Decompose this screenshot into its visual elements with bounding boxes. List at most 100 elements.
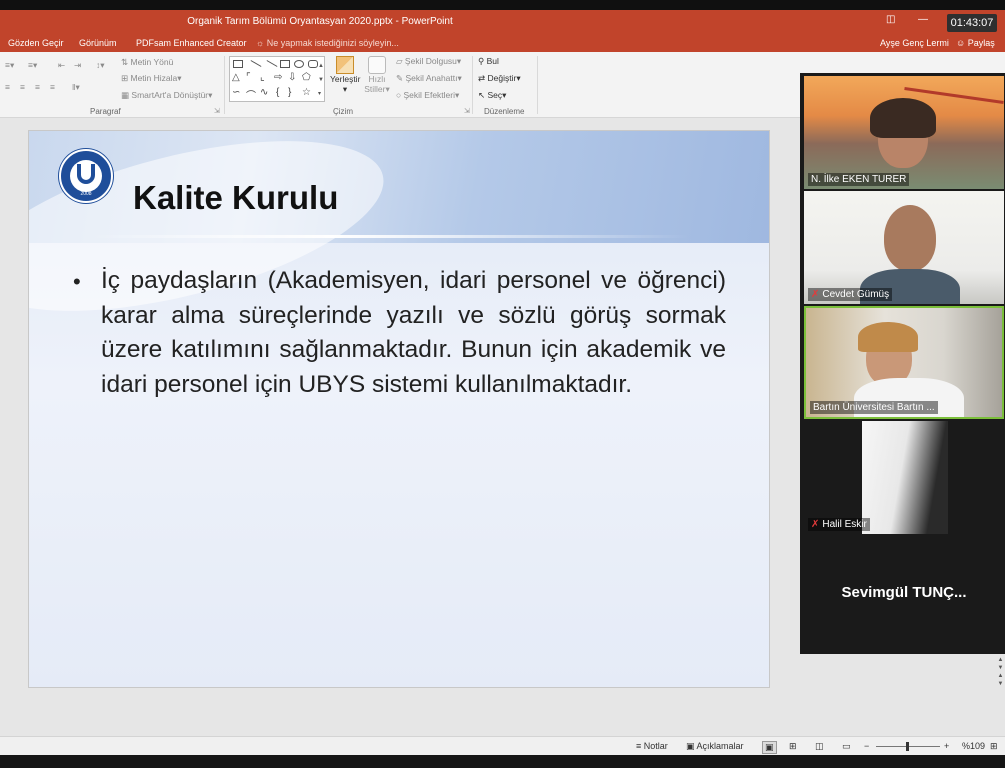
rectangle-shape-icon[interactable] (280, 60, 290, 68)
quick-styles-label-2: Stiller (364, 84, 386, 94)
arc-shape-icon[interactable]: ⌒ (246, 87, 256, 102)
bullet-icon: • (73, 269, 81, 294)
arrange-button[interactable]: Yerleştir ▾ (330, 56, 360, 95)
tab-pdfsam[interactable]: PDFsam Enhanced Creator (136, 38, 247, 48)
shape-effects-button[interactable]: ○ Şekil Efektleri▾ (396, 90, 459, 101)
notes-button[interactable]: ≡ Notlar (636, 741, 668, 751)
zoom-in-icon[interactable]: + (944, 741, 949, 751)
zoom-level[interactable]: %109 (962, 741, 985, 751)
slide-canvas[interactable]: 2008 Kalite Kurulu • İç paydaşların (Aka… (28, 130, 770, 688)
convert-to-smartart-button[interactable]: ▦ SmartArt'a Dönüştür▾ (121, 90, 212, 101)
align-center-icon[interactable]: ≡ (20, 82, 25, 92)
brace-left-shape-icon[interactable]: { (276, 87, 279, 98)
document-title: Organik Tarım Bölümü Oryantasyan 2020.pp… (187, 16, 453, 27)
screen-top-strip (0, 0, 1005, 10)
participant-name: Bartın Üniversitesi Bartın ... (810, 401, 938, 414)
shape-fill-label: Şekil Dolgusu (404, 56, 457, 66)
oval-shape-icon[interactable] (294, 60, 304, 68)
connector-shape-icon[interactable]: ⌜ (246, 72, 251, 83)
participant-hair (858, 322, 918, 352)
shape-effects-label: Şekil Efektleri (403, 90, 456, 100)
columns-icon[interactable]: ‖▾ (72, 82, 80, 93)
effects-icon: ○ (396, 90, 402, 100)
participant-tile-no-video[interactable]: Sevimgül TUNÇ... (804, 536, 1004, 649)
meeting-video-panel: N. İlke EKEN TURER ✗ Cevdet Gümüş Bartın … (800, 73, 1005, 654)
quick-styles-label-1: Hızlı (368, 74, 386, 84)
shape-outline-button[interactable]: ✎ Şekil Anahattı▾ (396, 73, 462, 84)
editing-group-label: Düzenleme (484, 107, 525, 116)
tab-view[interactable]: Görünüm (79, 38, 117, 48)
line-shape-icon[interactable] (250, 60, 262, 67)
triangle-shape-icon[interactable]: △ (232, 72, 240, 83)
replace-button[interactable]: ⇄ Değiştir▾ (478, 73, 521, 84)
signed-in-user[interactable]: Ayşe Genç Lermi (880, 38, 949, 48)
gallery-scroll-icon[interactable]: ▲ ▼ ▾ (318, 59, 324, 101)
line-spacing-icon[interactable]: ↕▾ (96, 60, 105, 71)
tell-me-placeholder: Ne yapmak istediğinizi söyleyin... (266, 38, 399, 48)
tell-me-search[interactable]: ☼ Ne yapmak istediğinizi söyleyin... (256, 38, 399, 48)
down-arrow-shape-icon[interactable]: ⇩ (288, 72, 296, 83)
align-right-icon[interactable]: ≡ (35, 82, 40, 92)
share-label: Paylaş (967, 38, 995, 48)
share-button[interactable]: ☺ Paylaş (956, 38, 995, 48)
select-button[interactable]: ↖ Seç▾ (478, 90, 506, 101)
participant-tile[interactable]: ✗ Halil Eskir (804, 421, 1004, 534)
paragraph-group-label: Paragraf (90, 107, 121, 116)
screen-bottom-strip (0, 755, 1005, 768)
arrow-line-shape-icon[interactable] (266, 60, 278, 67)
title-bar: Organik Tarım Bölümü Oryantasyan 2020.pp… (0, 10, 1005, 34)
align-text-button[interactable]: ⊞ Metin Hizala▾ (121, 73, 182, 84)
text-direction-button[interactable]: ⇅ Metin Yönü (121, 57, 173, 68)
ribbon-separator (472, 56, 473, 114)
participant-tile-active-speaker[interactable]: Bartın Üniversitesi Bartın ... (804, 306, 1004, 419)
bullets-icon[interactable]: ≡▾ (5, 60, 14, 71)
brace-right-shape-icon[interactable]: } (288, 87, 291, 98)
zoom-slider-thumb[interactable] (906, 742, 909, 751)
ribbon-tabs: Gözden Geçir Görünüm PDFsam Enhanced Cre… (0, 34, 1005, 52)
slide-title[interactable]: Kalite Kurulu (133, 179, 338, 217)
participant-name: N. İlke EKEN TURER (808, 173, 910, 186)
flowchart-shape-icon[interactable]: ⬠ (302, 72, 311, 83)
participant-tile[interactable]: ✗ Cevdet Gümüş (804, 191, 1004, 304)
textbox-shape-icon[interactable] (233, 60, 243, 68)
find-button[interactable]: ⚲ Bul (478, 56, 499, 67)
increase-indent-icon[interactable]: ⇥ (74, 60, 81, 71)
notes-label: Notlar (643, 741, 668, 751)
reading-view-icon[interactable]: ◫ (815, 741, 824, 752)
slide-show-icon[interactable]: ▭ (842, 741, 851, 752)
star-shape-icon[interactable]: ☆ (302, 87, 311, 98)
rounded-rect-shape-icon[interactable] (308, 60, 318, 68)
numbering-icon[interactable]: ≡▾ (28, 60, 37, 71)
slide-body-text[interactable]: İç paydaşların (Akademisyen, idari perso… (101, 264, 726, 402)
logo-year: 2008 (80, 191, 92, 197)
shape-fill-button[interactable]: ▱ Şekil Dolgusu▾ (396, 56, 461, 67)
right-arrow-shape-icon[interactable]: ⇨ (274, 72, 282, 83)
comments-button[interactable]: ▣ Açıklamalar (686, 741, 744, 752)
drawing-dialog-launcher-icon[interactable]: ⇲ (464, 107, 470, 115)
quick-styles-button[interactable]: Hızlı Stiller▾ (362, 56, 392, 95)
minimize-icon[interactable]: — (918, 14, 928, 25)
elbow-shape-icon[interactable]: ⌞ (260, 72, 265, 83)
slide-sorter-icon[interactable]: ⊞ (789, 741, 797, 752)
vertical-scroll-buttons[interactable]: ▲ ▼ ▲ ▼ (996, 656, 1005, 690)
participant-name: ✗ Cevdet Gümüş (808, 288, 893, 301)
muted-mic-icon: ✗ (811, 519, 820, 530)
curve-shape-icon[interactable]: ∿ (260, 87, 268, 98)
select-label: Seç (487, 90, 503, 100)
participant-tile[interactable]: N. İlke EKEN TURER (804, 76, 1004, 189)
paragraph-dialog-launcher-icon[interactable]: ⇲ (214, 107, 220, 115)
decrease-indent-icon[interactable]: ⇤ (58, 60, 65, 71)
magnifier-icon: ⚲ (478, 56, 485, 66)
justify-icon[interactable]: ≡ (50, 82, 55, 92)
cursor-icon: ↖ (478, 90, 486, 100)
shapes-gallery[interactable]: △ ⌜ ⌞ ⇨ ⇩ ⬠ ∽ ⌒ ∿ { } ☆ ▲ ▼ ▾ (229, 56, 325, 102)
fit-to-window-icon[interactable]: ⊞ (990, 741, 998, 752)
normal-view-icon[interactable]: ▣ (762, 741, 777, 754)
status-bar: ≡ Notlar ▣ Açıklamalar ▣ ⊞ ◫ ▭ − + %109 … (0, 736, 1005, 755)
align-left-icon[interactable]: ≡ (5, 82, 10, 92)
freeform-shape-icon[interactable]: ∽ (232, 87, 240, 98)
tab-review[interactable]: Gözden Geçir (8, 38, 64, 48)
arrange-label: Yerleştir (330, 74, 361, 84)
ribbon-display-options-icon[interactable]: ◫ (886, 14, 895, 25)
zoom-out-icon[interactable]: − (864, 741, 869, 751)
